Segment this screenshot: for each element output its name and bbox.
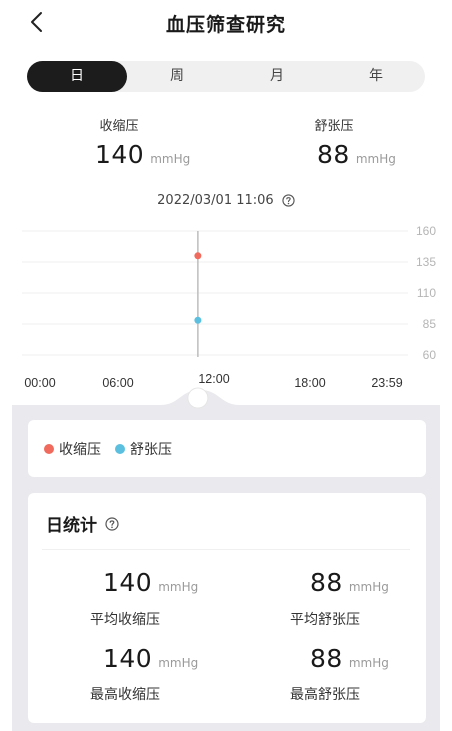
diastolic-label: 舒张压 (314, 119, 354, 134)
daily-stats-card: 日统计 140 mmHg 平均收缩压 88 mmHg 平均舒张压 140 mmHg 最… (28, 493, 426, 723)
y-tick-label: 135 (416, 255, 436, 269)
slider-track (12, 390, 440, 410)
y-tick-label: 60 (423, 348, 437, 362)
x-tick-label: 12:00 (198, 372, 229, 386)
x-tick-label: 06:00 (102, 376, 133, 390)
time-slider-handle[interactable] (187, 387, 209, 409)
avg-diastolic-value: 88 (310, 568, 343, 597)
y-tick-label: 160 (416, 224, 436, 238)
systolic-label: 收缩压 (99, 119, 139, 134)
blood-pressure-chart: 160 135 110 85 60 00:00 06:00 12:00 18:00 23:59 (12, 224, 440, 410)
diastolic-reading: 88 mmHg (317, 140, 396, 169)
question-circle-icon[interactable] (105, 516, 119, 531)
avg-systolic: 140 mmHg (103, 568, 198, 597)
avg-systolic-value: 140 (103, 568, 153, 597)
tab-month[interactable]: 月 (227, 61, 327, 92)
avg-diastolic-label: 平均舒张压 (290, 612, 360, 628)
legend-systolic: 收缩压 (44, 439, 101, 459)
max-systolic-label: 最高收缩压 (90, 687, 160, 703)
tab-day[interactable]: 日 (27, 61, 127, 92)
question-circle-icon[interactable] (282, 194, 295, 207)
diastolic-point (194, 316, 202, 324)
diastolic-dot (115, 444, 125, 454)
x-tick-label: 00:00 (24, 376, 55, 390)
tab-week[interactable]: 周 (127, 61, 227, 92)
legend-card: 收缩压 舒张压 (28, 420, 426, 477)
page-title: 血压筛查研究 (165, 14, 286, 36)
stats-title-text: 日统计 (46, 516, 97, 536)
y-tick-label: 85 (423, 317, 437, 331)
y-tick-label: 110 (417, 286, 436, 300)
systolic-value: 140 (95, 140, 145, 169)
diastolic-value: 88 (317, 140, 350, 169)
stats-title: 日统计 (46, 511, 119, 536)
systolic-point (194, 252, 202, 260)
divider (42, 549, 410, 550)
systolic-unit: mmHg (150, 152, 191, 166)
x-tick-label: 18:00 (294, 376, 325, 390)
max-systolic-value: 140 (103, 644, 153, 673)
x-tick-label: 23:59 (371, 376, 402, 390)
diastolic-unit: mmHg (355, 152, 396, 166)
max-systolic-unit: mmHg (158, 656, 199, 670)
max-diastolic-label: 最高舒张压 (290, 687, 360, 703)
selected-timestamp: 2022/03/01 11:06 (0, 193, 452, 208)
avg-systolic-label: 平均收缩压 (90, 612, 160, 628)
avg-diastolic-unit: mmHg (348, 580, 389, 594)
period-tabs: 日 周 月 年 (27, 61, 425, 92)
max-diastolic-unit: mmHg (348, 656, 389, 670)
legend-diastolic: 舒张压 (115, 439, 172, 459)
legend-diastolic-label: 舒张压 (130, 442, 172, 458)
header: 血压筛查研究 (0, 0, 452, 44)
avg-systolic-unit: mmHg (158, 580, 199, 594)
max-systolic: 140 mmHg (103, 644, 198, 673)
legend-systolic-label: 收缩压 (59, 442, 101, 458)
systolic-reading: 140 mmHg (95, 140, 190, 169)
timestamp-text: 2022/03/01 11:06 (157, 193, 274, 208)
avg-diastolic: 88 mmHg (310, 568, 389, 597)
systolic-dot (44, 444, 54, 454)
max-diastolic: 88 mmHg (310, 644, 389, 673)
tab-year[interactable]: 年 (327, 61, 425, 92)
max-diastolic-value: 88 (310, 644, 343, 673)
